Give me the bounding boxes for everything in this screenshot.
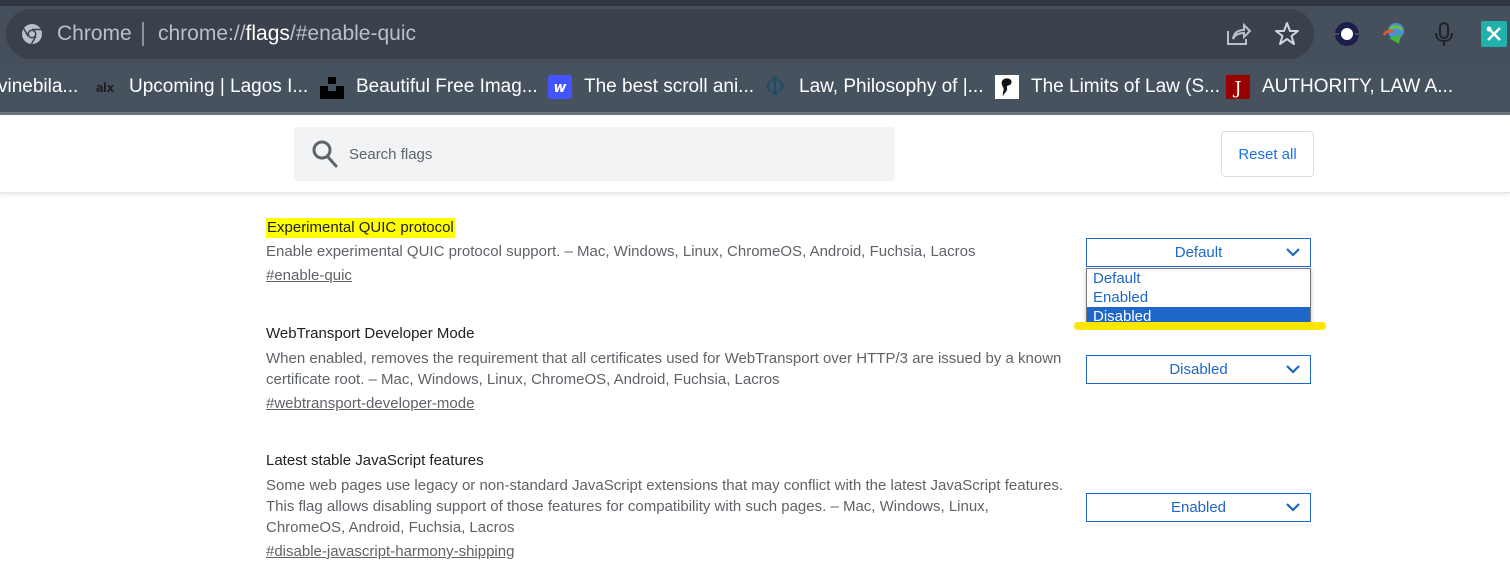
bookmark-item[interactable]: The Limits of Law (S... xyxy=(995,74,1220,100)
bookmark-label: vinebila... xyxy=(0,76,79,97)
chrome-icon xyxy=(22,24,42,45)
alx-icon: alx xyxy=(95,79,115,95)
annotation-underline xyxy=(1074,322,1326,330)
bookmark-star-icon[interactable] xyxy=(1274,21,1300,47)
experiment-permalink[interactable]: #disable-javascript-harmony-shipping xyxy=(266,541,514,562)
experiment-permalink[interactable]: #webtransport-developer-mode xyxy=(266,393,474,414)
url-path: /#enable-quic xyxy=(289,22,416,45)
bookmark-item[interactable]: alx Upcoming | Lagos I... xyxy=(93,74,308,100)
unsplash-icon xyxy=(320,77,344,99)
experiment-disable-javascript-harmony-shipping: Latest stable JavaScript features Some w… xyxy=(266,451,1066,562)
download-manager-icon[interactable] xyxy=(1381,20,1409,48)
dropdown-option-default[interactable]: Default xyxy=(1087,269,1310,288)
chevron-down-icon xyxy=(1286,365,1300,374)
jstor-icon: J xyxy=(1226,75,1250,99)
svg-text:w: w xyxy=(554,80,567,96)
experiment-title: WebTransport Developer Mode xyxy=(266,325,475,342)
select-dropdown-list: Default Enabled Disabled xyxy=(1086,268,1311,326)
bookmark-item[interactable]: Beautiful Free Imag... xyxy=(320,74,538,100)
webflow-icon: w xyxy=(548,75,572,99)
url-text[interactable]: chrome://flags/#enable-quic xyxy=(158,20,416,48)
experiment-state-select[interactable]: Enabled xyxy=(1086,493,1311,522)
reset-all-button[interactable]: Reset all xyxy=(1221,131,1314,177)
experiment-title: Experimental QUIC protocol xyxy=(266,218,455,238)
bookmark-item[interactable]: Φ Law, Philosophy of |... xyxy=(763,73,984,101)
bookmark-label: Beautiful Free Imag... xyxy=(356,76,538,97)
experiment-description: When enabled, removes the requirement th… xyxy=(266,350,1062,388)
microphone-icon[interactable] xyxy=(1430,20,1458,48)
tools-extension-icon[interactable] xyxy=(1480,20,1508,48)
search-flags-input[interactable] xyxy=(349,142,869,166)
site-chip: Chrome xyxy=(57,22,132,45)
search-icon xyxy=(312,140,338,168)
experiment-description: Some web pages use legacy or non-standar… xyxy=(266,477,1064,536)
select-value: Enabled xyxy=(1170,499,1227,516)
experiment-title: Latest stable JavaScript features xyxy=(266,452,484,469)
bookmark-label: AUTHORITY, LAW A... xyxy=(1262,76,1454,97)
experiment-webtransport-developer-mode: WebTransport Developer Mode When enabled… xyxy=(266,324,1066,414)
share-icon[interactable] xyxy=(1226,22,1252,46)
experiment-description: Enable experimental QUIC protocol suppor… xyxy=(266,243,976,260)
bookmark-item[interactable]: vinebila... xyxy=(0,74,78,100)
bookmark-item[interactable]: w The best scroll ani... xyxy=(548,74,754,100)
chevron-down-icon xyxy=(1286,503,1300,512)
extension-circle-icon[interactable] xyxy=(1333,20,1361,48)
url-host: flags xyxy=(245,22,290,45)
url-scheme: chrome:// xyxy=(158,22,246,45)
bookmark-label: Upcoming | Lagos I... xyxy=(129,76,309,97)
experiment-permalink[interactable]: #enable-quic xyxy=(266,265,352,286)
bookmark-label: The best scroll ani... xyxy=(584,76,755,97)
thinker-icon xyxy=(995,75,1019,99)
experiment-state-select[interactable]: Default xyxy=(1086,238,1311,267)
phi-icon: Φ xyxy=(765,73,785,101)
select-value: Disabled xyxy=(1169,361,1228,378)
chevron-down-icon xyxy=(1286,248,1300,257)
select-value: Default xyxy=(1174,244,1223,261)
experiment-enable-quic: Experimental QUIC protocol Enable experi… xyxy=(266,218,1066,286)
svg-text:J: J xyxy=(1232,78,1241,99)
dropdown-option-enabled[interactable]: Enabled xyxy=(1087,288,1310,307)
experiment-state-select[interactable]: Disabled xyxy=(1086,355,1311,384)
bookmark-label: Law, Philosophy of |... xyxy=(799,76,984,97)
omnibox-separator xyxy=(142,22,144,46)
tab-strip-edge xyxy=(0,0,1510,6)
bookmark-label: The Limits of Law (S... xyxy=(1031,76,1221,97)
bookmark-item[interactable]: J AUTHORITY, LAW A... xyxy=(1226,74,1453,100)
